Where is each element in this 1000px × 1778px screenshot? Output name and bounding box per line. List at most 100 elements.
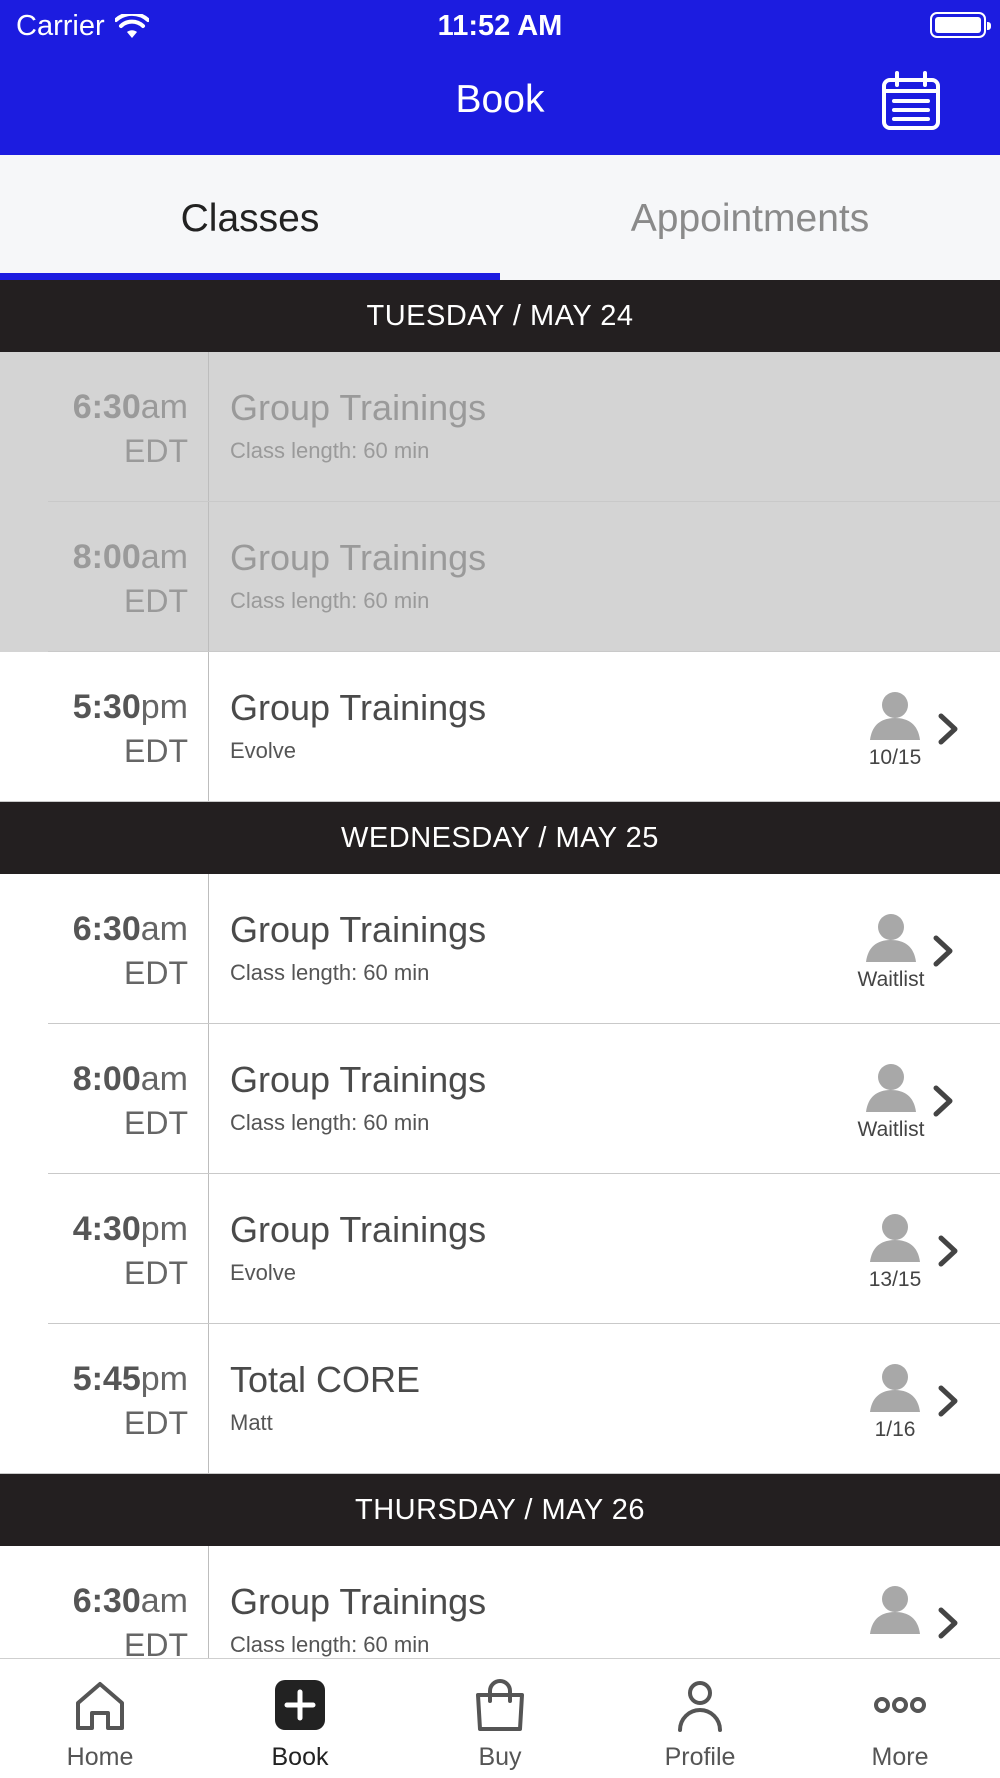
- spots-indicator: Waitlist: [846, 1060, 936, 1142]
- status-bar: Carrier 11:52 AM: [0, 0, 1000, 52]
- battery-icon: [930, 12, 991, 38]
- class-time-value: 8:00: [72, 538, 141, 576]
- class-time-value: 6:30: [72, 1582, 141, 1620]
- class-timezone: EDT: [124, 1105, 188, 1141]
- spots-indicator: [850, 1582, 940, 1640]
- class-info: Group Trainings Class length: 60 min: [230, 1576, 486, 1658]
- class-timezone: EDT: [124, 955, 188, 991]
- class-name: Group Trainings: [230, 1581, 487, 1622]
- class-info: Group Trainings Class length: 60 min: [230, 382, 486, 468]
- class-row[interactable]: 8:00am EDT Group Trainings Class length: 60…: [0, 1024, 1000, 1174]
- person-icon: [866, 914, 916, 962]
- chevron-right-icon[interactable]: [931, 934, 955, 968]
- nav-profile[interactable]: Profile: [600, 1659, 800, 1778]
- class-row[interactable]: 5:30pm EDT Group Trainings Evolve 10/15: [0, 652, 1000, 802]
- class-time-value: 5:45: [72, 1360, 141, 1398]
- nav-book-label: Book: [271, 1743, 329, 1771]
- class-row: 8:00am EDT Group Trainings Class length: 60…: [0, 502, 1000, 652]
- more-icon: [874, 1697, 926, 1713]
- class-time-value: 8:00: [72, 1060, 141, 1098]
- class-time-ampm: pm: [140, 1210, 188, 1248]
- class-row: 6:30am EDT Group Trainings Class length: 60…: [0, 352, 1000, 502]
- class-info: Total CORE Matt: [230, 1354, 420, 1440]
- person-icon: [870, 692, 920, 740]
- tab-appointments[interactable]: Appointments: [500, 155, 1000, 280]
- class-name: Group Trainings: [230, 1209, 487, 1250]
- chevron-right-icon[interactable]: [936, 1234, 960, 1268]
- class-subtitle: Class length: 60 min: [230, 1632, 430, 1657]
- spots-indicator: 1/16: [850, 1360, 940, 1442]
- class-subtitle: Evolve: [230, 738, 297, 763]
- nav-book[interactable]: Book: [200, 1659, 400, 1778]
- nav-buy-label: Buy: [478, 1743, 522, 1771]
- class-subtitle: Evolve: [230, 1260, 297, 1285]
- person-icon: [866, 1064, 916, 1112]
- class-time-value: 4:30: [72, 1210, 141, 1248]
- column-divider: [208, 652, 209, 802]
- chevron-right-icon[interactable]: [936, 712, 960, 746]
- class-row[interactable]: 4:30pm EDT Group Trainings Evolve 13/15: [0, 1174, 1000, 1324]
- class-info: Group Trainings Class length: 60 min: [230, 904, 486, 990]
- class-time-ampm: am: [140, 1060, 188, 1098]
- class-name: Group Trainings: [230, 687, 487, 728]
- class-name: Group Trainings: [230, 1059, 487, 1100]
- column-divider: [208, 1546, 209, 1658]
- class-subtitle: Class length: 60 min: [230, 588, 430, 613]
- chevron-right-icon[interactable]: [936, 1384, 960, 1418]
- status-time: 11:52 AM: [437, 10, 563, 42]
- class-name: Group Trainings: [230, 387, 487, 428]
- class-time: 6:30am EDT: [0, 908, 188, 996]
- column-divider: [208, 502, 209, 652]
- row-divider: [0, 1473, 1000, 1474]
- person-icon: [870, 1214, 920, 1262]
- class-name: Group Trainings: [230, 537, 487, 578]
- class-subtitle: Class length: 60 min: [230, 1110, 430, 1135]
- class-time-ampm: pm: [140, 688, 188, 726]
- class-row[interactable]: 6:30am EDT Group Trainings Class length: 60…: [0, 1546, 1000, 1658]
- calendar-icon[interactable]: [880, 70, 942, 132]
- day-header: THURSDAY / MAY 26: [0, 1474, 1000, 1546]
- chevron-right-icon[interactable]: [936, 1606, 960, 1640]
- class-info: Group Trainings Class length: 60 min: [230, 1054, 486, 1140]
- spots-indicator: 10/15: [850, 688, 940, 770]
- spots-count: 13/15: [868, 1268, 922, 1291]
- column-divider: [208, 352, 209, 502]
- class-time-value: 6:30: [72, 388, 141, 426]
- class-time: 5:45pm EDT: [0, 1358, 188, 1446]
- class-time-value: 5:30: [72, 688, 141, 726]
- class-time-ampm: am: [140, 388, 188, 426]
- class-row[interactable]: 6:30am EDT Group Trainings Class length: 60…: [0, 874, 1000, 1024]
- class-time-ampm: pm: [140, 1360, 188, 1398]
- column-divider: [208, 1024, 209, 1174]
- nav-home[interactable]: Home: [0, 1659, 200, 1778]
- tab-classes[interactable]: Classes: [0, 155, 500, 280]
- nav-home-label: Home: [66, 1743, 134, 1771]
- class-timezone: EDT: [124, 733, 188, 769]
- day-header: TUESDAY / MAY 24: [0, 280, 1000, 352]
- page-title: Book: [455, 78, 545, 121]
- spots-count: Waitlist: [857, 968, 925, 991]
- chevron-right-icon[interactable]: [931, 1084, 955, 1118]
- class-time: 6:30am EDT: [0, 386, 188, 474]
- person-icon: [678, 1681, 722, 1732]
- spots-count: 10/15: [868, 746, 922, 769]
- class-time: 6:30am EDT: [0, 1580, 188, 1658]
- row-divider: [0, 801, 1000, 802]
- day-header: WEDNESDAY / MAY 25: [0, 802, 1000, 874]
- class-time-ampm: am: [140, 1582, 188, 1620]
- class-timezone: EDT: [124, 583, 188, 619]
- class-timezone: EDT: [124, 1627, 188, 1658]
- column-divider: [208, 874, 209, 1024]
- nav-more[interactable]: More: [800, 1659, 1000, 1778]
- column-divider: [208, 1174, 209, 1324]
- class-time: 8:00am EDT: [0, 536, 188, 624]
- class-time-ampm: am: [140, 538, 188, 576]
- person-icon: [870, 1586, 920, 1634]
- class-time: 5:30pm EDT: [0, 686, 188, 774]
- class-info: Group Trainings Class length: 60 min: [230, 532, 486, 618]
- column-divider: [208, 1324, 209, 1474]
- class-row[interactable]: 5:45pm EDT Total CORE Matt 1/16: [0, 1324, 1000, 1474]
- nav-buy[interactable]: Buy: [400, 1659, 600, 1778]
- class-name: Group Trainings: [230, 909, 487, 950]
- class-schedule-list[interactable]: TUESDAY / MAY 24 6:30am EDT Group Trainings…: [0, 280, 1000, 1658]
